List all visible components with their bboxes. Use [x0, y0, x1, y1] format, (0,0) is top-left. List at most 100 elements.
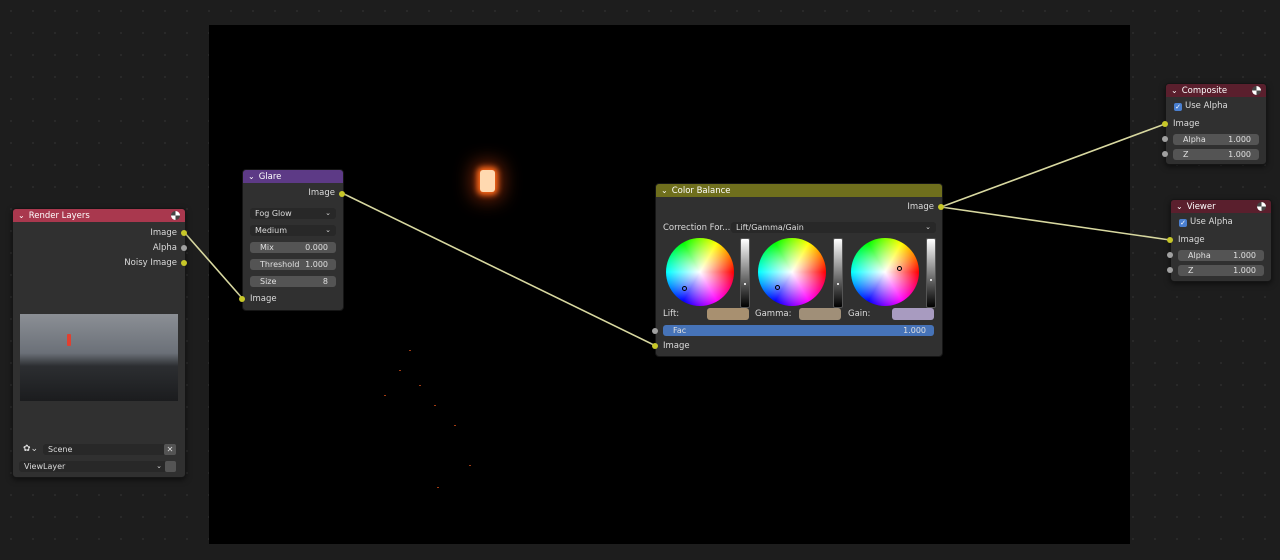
output-image-label: Image: [150, 228, 177, 238]
ember: [399, 370, 401, 371]
input-image-socket[interactable]: [652, 343, 658, 349]
scene-field[interactable]: Scene: [43, 444, 166, 455]
gamma-color-wheel[interactable]: [758, 238, 826, 306]
glare-node[interactable]: ⌄ Glare Image Fog Glow ⌄ Medium ⌄ Mix 0.000 …: [239, 169, 345, 311]
input-image-socket[interactable]: [1162, 121, 1168, 127]
lighthouse-thumb: [67, 334, 71, 346]
ember: [434, 405, 436, 406]
input-image-label: Image: [250, 294, 277, 304]
output-image-label: Image: [907, 202, 934, 212]
threshold-field[interactable]: Threshold 1.000: [250, 259, 336, 270]
composite-header[interactable]: ⌄ Composite: [1166, 84, 1266, 97]
glare-header[interactable]: ⌄ Glare: [243, 170, 343, 183]
chevron-down-icon: ⌄: [156, 462, 162, 470]
output-noisy-image-socket[interactable]: [181, 260, 187, 266]
chevron-down-icon[interactable]: ⌄: [1171, 84, 1178, 97]
viewer-node[interactable]: ⌄ Viewer ✓ Use Alpha Image Alpha 1.000 Z 1.…: [1167, 199, 1272, 282]
lighthouse-lamp: [480, 170, 495, 192]
ember: [437, 487, 439, 488]
output-noisy-image-label: Noisy Image: [124, 258, 177, 268]
viewer-header[interactable]: ⌄ Viewer: [1171, 200, 1271, 213]
quality-dropdown[interactable]: Medium ⌄: [250, 225, 336, 236]
gamma-value-knob[interactable]: [837, 283, 839, 285]
viewlayer-dropdown[interactable]: ViewLayer ⌄: [19, 461, 167, 472]
chevron-down-icon[interactable]: ⌄: [18, 209, 25, 222]
z-value: 1.000: [1233, 266, 1256, 275]
viewlayer-settings-icon[interactable]: [165, 461, 176, 472]
fac-slider[interactable]: Fac 1.000: [663, 325, 934, 336]
lift-wheel-cursor[interactable]: [682, 286, 687, 291]
alpha-field[interactable]: Alpha 1.000: [1173, 134, 1259, 145]
lift-color-swatch[interactable]: [707, 308, 749, 320]
gain-value-slider[interactable]: [926, 238, 936, 308]
fac-value: 1.000: [903, 326, 926, 335]
color-balance-node[interactable]: ⌄ Color Balance Image Correction For... L…: [652, 183, 944, 357]
use-alpha-checkbox[interactable]: ✓: [1174, 103, 1182, 111]
output-image-socket[interactable]: [339, 191, 345, 197]
chevron-down-icon: ⌄: [325, 209, 331, 217]
close-icon[interactable]: ✕: [164, 444, 176, 455]
ember: [384, 395, 386, 396]
glare-type-dropdown[interactable]: Fog Glow ⌄: [250, 208, 336, 219]
fac-label: Fac: [673, 326, 687, 335]
alpha-field[interactable]: Alpha 1.000: [1178, 250, 1264, 261]
gamma-color-swatch[interactable]: [799, 308, 841, 320]
render-layers-header[interactable]: ⌄ Render Layers: [13, 209, 185, 222]
lift-value-knob[interactable]: [744, 283, 746, 285]
gain-value-knob[interactable]: [930, 279, 932, 281]
use-alpha-label: Use Alpha: [1185, 101, 1228, 111]
chevron-down-icon: ⌄: [325, 226, 331, 234]
input-alpha-socket[interactable]: [1167, 252, 1173, 258]
output-alpha-socket[interactable]: [181, 245, 187, 251]
input-fac-socket[interactable]: [652, 328, 658, 334]
gain-color-wheel[interactable]: [851, 238, 919, 306]
input-image-label: Image: [1173, 119, 1200, 129]
alpha-value: 1.000: [1233, 251, 1256, 260]
viewlayer-value: ViewLayer: [24, 462, 66, 471]
input-z-socket[interactable]: [1167, 267, 1173, 273]
glare-type-value: Fog Glow: [255, 209, 292, 218]
alpha-value: 1.000: [1228, 135, 1251, 144]
size-field[interactable]: Size 8: [250, 276, 336, 287]
correction-formula-dropdown[interactable]: Lift/Gamma/Gain ⌄: [731, 222, 936, 233]
output-image-socket[interactable]: [181, 230, 187, 236]
input-image-label: Image: [1178, 235, 1205, 245]
scene-value: Scene: [48, 445, 73, 454]
lift-color-wheel[interactable]: [666, 238, 734, 306]
gain-wheel-cursor[interactable]: [897, 266, 902, 271]
chevron-down-icon[interactable]: ⌄: [1176, 200, 1183, 213]
composite-node[interactable]: ⌄ Composite ✓ Use Alpha Image Alpha 1.000 …: [1162, 83, 1267, 165]
threshold-label: Threshold: [260, 260, 300, 269]
z-label: Z: [1183, 150, 1189, 159]
use-alpha-checkbox[interactable]: ✓: [1179, 219, 1187, 227]
gain-label: Gain:: [848, 309, 871, 319]
z-field[interactable]: Z 1.000: [1178, 265, 1264, 276]
node-title: Composite: [1181, 86, 1228, 96]
scene-icon[interactable]: ✿⌄: [23, 444, 38, 454]
z-label: Z: [1188, 266, 1194, 275]
size-label: Size: [260, 277, 277, 286]
input-image-socket[interactable]: [239, 296, 245, 302]
input-z-socket[interactable]: [1162, 151, 1168, 157]
chevron-down-icon[interactable]: ⌄: [661, 184, 668, 197]
input-alpha-socket[interactable]: [1162, 136, 1168, 142]
alpha-label: Alpha: [1183, 135, 1206, 144]
color-balance-header[interactable]: ⌄ Color Balance: [656, 184, 942, 197]
gamma-value-slider[interactable]: [833, 238, 843, 308]
gamma-wheel-cursor[interactable]: [775, 285, 780, 290]
ember: [469, 465, 471, 466]
output-image-socket[interactable]: [938, 204, 944, 210]
use-alpha-label: Use Alpha: [1190, 217, 1233, 227]
lift-label: Lift:: [663, 309, 680, 319]
chevron-down-icon[interactable]: ⌄: [248, 170, 255, 183]
size-value: 8: [322, 277, 328, 286]
lift-value-slider[interactable]: [740, 238, 750, 308]
render-layers-node[interactable]: ⌄ Render Layers Image Alpha Noisy Image ✿…: [12, 208, 187, 478]
input-image-socket[interactable]: [1167, 237, 1173, 243]
z-field[interactable]: Z 1.000: [1173, 149, 1259, 160]
input-image-label: Image: [663, 341, 690, 351]
node-title: Glare: [258, 172, 282, 182]
mix-field[interactable]: Mix 0.000: [250, 242, 336, 253]
correction-formula-label: Correction For...: [663, 223, 731, 233]
gain-color-swatch[interactable]: [892, 308, 934, 320]
